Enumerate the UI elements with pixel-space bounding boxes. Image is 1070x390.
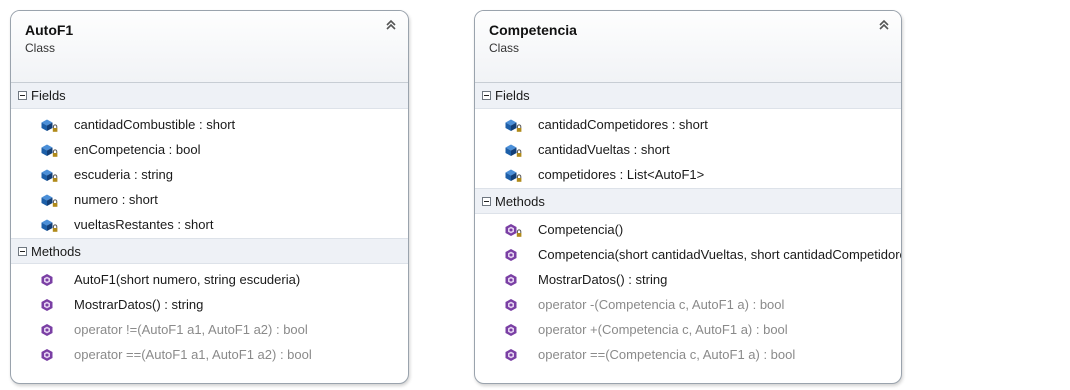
method-text: operator ==(AutoF1 a1, AutoF1 a2) : bool [74,347,312,362]
field-row[interactable]: enCompetencia : bool [11,137,408,162]
field-text: cantidadCompetidores : short [538,117,708,132]
method-row[interactable]: operator ==(Competencia c, AutoF1 a) : b… [475,342,901,367]
private-field-icon [41,144,58,157]
collapse-minus-icon[interactable] [18,246,27,256]
field-text: escuderia : string [74,167,173,182]
field-text: numero : short [74,192,158,207]
method-text: operator ==(Competencia c, AutoF1 a) : b… [538,347,796,362]
method-row[interactable]: MostrarDatos() : string [11,292,408,317]
method-row[interactable]: AutoF1(short numero, string escuderia) [11,267,408,292]
field-row[interactable]: vueltasRestantes : short [11,212,408,237]
public-method-icon [505,273,517,286]
method-row[interactable]: operator +(Competencia c, AutoF1 a) : bo… [475,317,901,342]
section-label: Fields [495,88,530,103]
public-method-icon [505,348,517,361]
collapse-minus-icon[interactable] [18,91,27,100]
field-row[interactable]: escuderia : string [11,162,408,187]
class-stereotype: Class [25,41,56,55]
field-text: vueltasRestantes : short [74,217,214,232]
method-text: operator +(Competencia c, AutoF1 a) : bo… [538,322,788,337]
methods-list: Competencia() Competencia(short cantidad… [475,214,901,368]
method-text: AutoF1(short numero, string escuderia) [74,272,301,287]
method-text: operator -(Competencia c, AutoF1 a) : bo… [538,297,785,312]
section-label: Fields [31,88,66,103]
class-box-autof1[interactable]: AutoF1 Class Fields cantidadCombustible … [10,10,409,384]
field-text: competidores : List<AutoF1> [538,167,705,182]
method-row[interactable]: MostrarDatos() : string [475,267,901,292]
field-row[interactable]: cantidadCombustible : short [11,112,408,137]
field-text: cantidadVueltas : short [538,142,670,157]
private-field-icon [41,169,58,182]
methods-list: AutoF1(short numero, string escuderia) M… [11,264,408,368]
collapse-minus-icon[interactable] [482,196,491,206]
methods-section-header[interactable]: Methods [11,238,408,264]
method-row[interactable]: operator !=(AutoF1 a1, AutoF1 a2) : bool [11,317,408,342]
class-name: AutoF1 [25,22,74,38]
class-stereotype: Class [489,41,520,55]
double-chevron-up-icon[interactable] [384,18,398,32]
private-method-icon [505,223,522,237]
collapse-minus-icon[interactable] [482,91,491,100]
private-field-icon [505,119,522,132]
public-method-icon [505,323,517,336]
public-method-icon [505,248,517,261]
private-field-icon [41,194,58,207]
method-text: MostrarDatos() : string [538,272,668,287]
field-text: cantidadCombustible : short [74,117,236,132]
field-row[interactable]: competidores : List<AutoF1> [475,162,901,187]
public-method-icon [41,273,53,286]
section-label: Methods [495,193,545,209]
fields-section-header[interactable]: Fields [475,83,901,109]
fields-list: cantidadCombustible : short enCompetenci… [11,109,408,238]
method-text: Competencia(short cantidadVueltas, short… [538,247,902,262]
field-text: enCompetencia : bool [74,142,201,157]
public-method-icon [41,348,53,361]
field-row[interactable]: numero : short [11,187,408,212]
method-row[interactable]: operator -(Competencia c, AutoF1 a) : bo… [475,292,901,317]
double-chevron-up-icon[interactable] [877,18,891,32]
method-text: MostrarDatos() : string [74,297,204,312]
method-text: Competencia() [538,222,624,237]
private-field-icon [505,169,522,182]
fields-list: cantidadCompetidores : short cantidadVue… [475,109,901,188]
method-text: operator !=(AutoF1 a1, AutoF1 a2) : bool [74,322,308,337]
class-header: AutoF1 Class [11,11,408,83]
methods-section-header[interactable]: Methods [475,188,901,214]
field-row[interactable]: cantidadCompetidores : short [475,112,901,137]
public-method-icon [41,298,53,311]
method-row[interactable]: Competencia(short cantidadVueltas, short… [475,242,901,267]
private-field-icon [41,219,58,232]
public-method-icon [41,323,53,336]
private-field-icon [505,144,522,157]
method-row[interactable]: Competencia() [475,217,901,242]
class-box-competencia[interactable]: Competencia Class Fields cantidadCompeti… [474,10,902,384]
method-row[interactable]: operator ==(AutoF1 a1, AutoF1 a2) : bool [11,342,408,367]
section-label: Methods [31,243,81,259]
class-name: Competencia [489,22,577,38]
fields-section-header[interactable]: Fields [11,83,408,109]
public-method-icon [505,298,517,311]
private-field-icon [41,119,58,132]
field-row[interactable]: cantidadVueltas : short [475,137,901,162]
class-header: Competencia Class [475,11,901,83]
